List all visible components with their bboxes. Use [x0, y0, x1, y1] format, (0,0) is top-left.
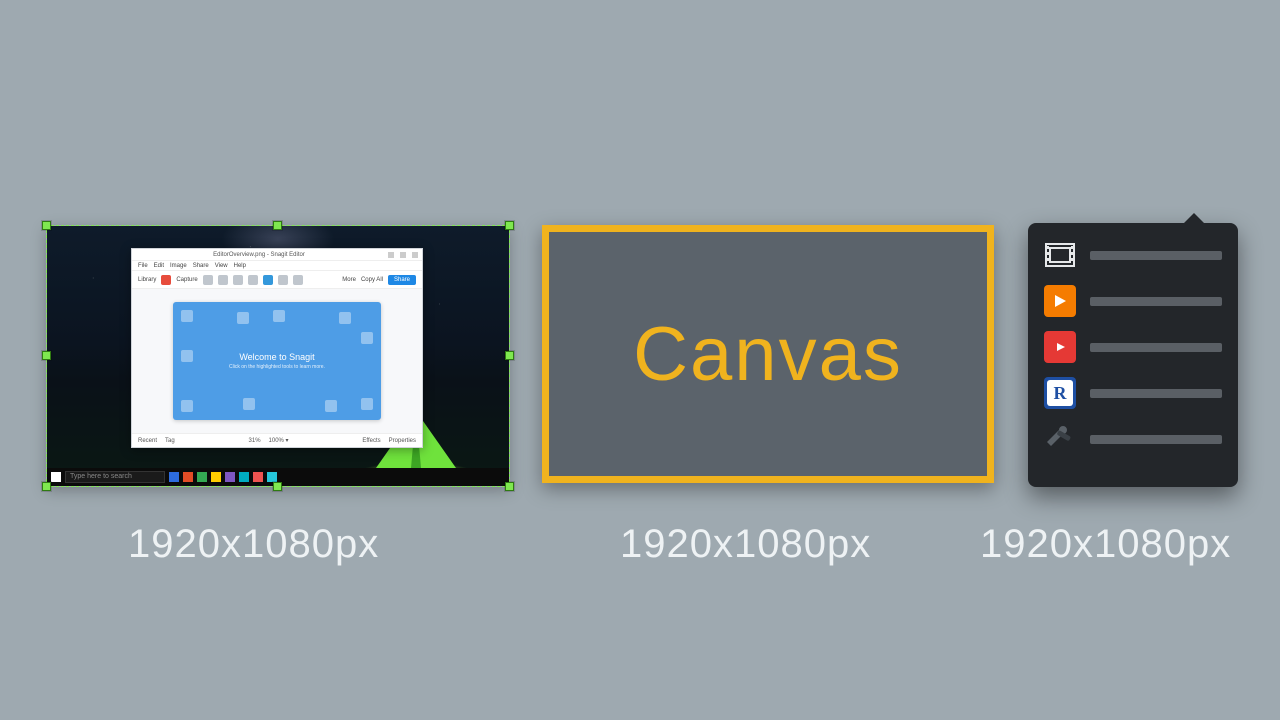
menu-label-placeholder	[1090, 343, 1222, 352]
taskbar-app-icon[interactable]	[211, 472, 221, 482]
resize-handle-icon[interactable]	[42, 482, 51, 491]
tool-icon[interactable]	[203, 275, 213, 285]
taskbar-app-icon[interactable]	[253, 472, 263, 482]
taskbar-app-icon[interactable]	[197, 472, 207, 482]
copy-all-button[interactable]: Copy All	[361, 277, 383, 283]
properties-button[interactable]: Properties	[389, 438, 416, 444]
tools-icon	[1044, 423, 1076, 455]
taskbar-app-icon[interactable]	[225, 472, 235, 482]
menu-item[interactable]: Image	[170, 263, 187, 269]
menu-label-placeholder	[1090, 251, 1222, 260]
editor-toolbar: Library Capture More Copy All Share	[132, 271, 422, 289]
tool-icon[interactable]	[263, 275, 273, 285]
canvas-panel: Canvas	[542, 225, 994, 483]
tool-glyph-icon	[361, 398, 373, 410]
menu-item[interactable]: File	[138, 263, 148, 269]
tool-icon[interactable]	[293, 275, 303, 285]
taskbar-app-icon[interactable]	[267, 472, 277, 482]
welcome-subtitle: Click on the highlighted tools to learn …	[229, 364, 325, 370]
filmstrip-icon	[1044, 239, 1076, 271]
menu-label-placeholder	[1090, 297, 1222, 306]
relay-app-icon: R	[1044, 377, 1076, 409]
taskbar-app-icon[interactable]	[183, 472, 193, 482]
share-button[interactable]: Share	[388, 275, 416, 285]
welcome-title: Welcome to Snagit	[239, 352, 314, 362]
tool-glyph-icon	[325, 400, 337, 412]
capture-button[interactable]: Capture	[176, 277, 197, 283]
menu-row[interactable]	[1044, 239, 1222, 271]
taskbar-search-box[interactable]: Type here to search	[65, 471, 165, 483]
menu-row[interactable]	[1044, 285, 1222, 317]
capture-icon[interactable]	[161, 275, 171, 285]
fit-dropdown[interactable]: 100% ▾	[269, 437, 289, 444]
desktop-wallpaper-night: EditorOverview.png - Snagit Editor File …	[47, 226, 509, 486]
tool-glyph-icon	[181, 310, 193, 322]
library-button[interactable]: Library	[138, 277, 156, 283]
tool-icon[interactable]	[248, 275, 258, 285]
welcome-card: Welcome to Snagit Click on the highlight…	[173, 302, 381, 420]
menu-item[interactable]: Edit	[154, 263, 164, 269]
effects-button[interactable]: Effects	[362, 438, 380, 444]
tag-button[interactable]: Tag	[165, 438, 175, 444]
resize-handle-icon[interactable]	[42, 221, 51, 230]
panel2-dimensions-caption: 1920x1080px	[620, 522, 871, 567]
play-icon	[1044, 285, 1076, 317]
minimize-icon[interactable]	[388, 252, 394, 258]
menu-item[interactable]: Share	[193, 263, 209, 269]
screenshot-with-selection[interactable]: EditorOverview.png - Snagit Editor File …	[46, 225, 510, 487]
editor-title-text: EditorOverview.png - Snagit Editor	[213, 252, 305, 258]
menu-item[interactable]: Help	[234, 263, 246, 269]
editor-menubar: File Edit Image Share View Help	[132, 261, 422, 271]
menu-row[interactable]	[1044, 423, 1222, 455]
tool-glyph-icon	[181, 350, 193, 362]
maximize-icon[interactable]	[400, 252, 406, 258]
resize-handle-icon[interactable]	[42, 351, 51, 360]
menu-item[interactable]: View	[215, 263, 228, 269]
start-button-icon[interactable]	[51, 472, 61, 482]
menu-label-placeholder	[1090, 389, 1222, 398]
editor-workspace: Welcome to Snagit Click on the highlight…	[132, 289, 422, 433]
tool-glyph-icon	[339, 312, 351, 324]
close-icon[interactable]	[412, 252, 418, 258]
context-menu-panel: R	[1028, 223, 1238, 487]
resize-handle-icon[interactable]	[505, 221, 514, 230]
tool-glyph-icon	[273, 310, 285, 322]
tool-glyph-icon	[181, 400, 193, 412]
resize-handle-icon[interactable]	[273, 482, 282, 491]
menu-row[interactable]: R	[1044, 377, 1222, 409]
tool-icon[interactable]	[218, 275, 228, 285]
tool-glyph-icon	[237, 312, 249, 324]
taskbar-app-icon[interactable]	[169, 472, 179, 482]
panel3-dimensions-caption: 1920x1080px	[980, 522, 1231, 567]
panel1-dimensions-caption: 1920x1080px	[128, 522, 379, 567]
recent-button[interactable]: Recent	[138, 438, 157, 444]
tool-icon[interactable]	[278, 275, 288, 285]
resize-handle-icon[interactable]	[505, 482, 514, 491]
youtube-icon	[1044, 331, 1076, 363]
zoom-value[interactable]: 31%	[249, 438, 261, 444]
tool-icon[interactable]	[233, 275, 243, 285]
illustration-stage: EditorOverview.png - Snagit Editor File …	[0, 0, 1280, 720]
menu-label-placeholder	[1090, 435, 1222, 444]
menu-row[interactable]	[1044, 331, 1222, 363]
editor-statusbar: Recent Tag 31% 100% ▾ Effects Properties	[132, 433, 422, 447]
more-button[interactable]: More	[342, 277, 356, 283]
tool-glyph-icon	[361, 332, 373, 344]
snagit-editor-window: EditorOverview.png - Snagit Editor File …	[131, 248, 423, 448]
resize-handle-icon[interactable]	[273, 221, 282, 230]
tool-glyph-icon	[243, 398, 255, 410]
resize-handle-icon[interactable]	[505, 351, 514, 360]
editor-titlebar: EditorOverview.png - Snagit Editor	[132, 249, 422, 261]
canvas-label-text: Canvas	[633, 311, 903, 398]
taskbar-app-icon[interactable]	[239, 472, 249, 482]
